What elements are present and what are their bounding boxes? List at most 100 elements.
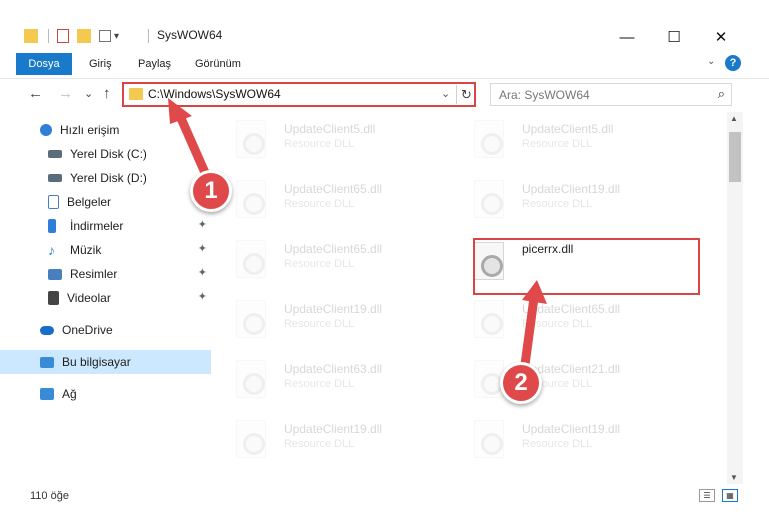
title-bar: ▾ SysWOW64 — ☐ ✕: [0, 0, 769, 50]
customize-icon[interactable]: [99, 30, 111, 42]
up-button[interactable]: ↑: [103, 85, 111, 102]
sidebar-item-downloads[interactable]: İndirmeler ✦: [0, 214, 211, 238]
file-item[interactable]: UpdateClient19.dll Resource DLL: [214, 292, 444, 348]
pin-icon[interactable]: ✦: [198, 242, 207, 255]
scroll-up-icon[interactable]: ▲: [730, 114, 738, 123]
separator: [148, 29, 149, 43]
sidebar-item-label: Ağ: [62, 387, 77, 401]
pin-icon[interactable]: ✦: [198, 290, 207, 303]
quick-access-dropdown[interactable]: ▾: [114, 31, 119, 42]
tab-home[interactable]: Giriş: [89, 53, 112, 75]
item-count: 110 öğe: [30, 490, 69, 502]
sidebar-item-music[interactable]: ♪ Müzik ✦: [0, 238, 211, 262]
dll-file-icon: [474, 180, 504, 218]
ribbon-tabs: Dosya Giriş Paylaş Görünüm ⌄ ?: [0, 53, 769, 75]
file-item[interactable]: UpdateClient63.dll Resource DLL: [214, 352, 444, 408]
file-list: UpdateClient5.dll Resource DLL UpdateCli…: [214, 112, 729, 484]
forward-button[interactable]: →: [58, 85, 73, 102]
details-view-button[interactable]: ☰: [699, 489, 715, 502]
computer-icon: [40, 356, 54, 368]
status-bar: 110 öğe ☰ ▦: [0, 484, 769, 508]
sidebar-item-label: Videolar: [67, 291, 111, 305]
file-item[interactable]: UpdateClient65.dll Resource DLL: [214, 232, 444, 288]
file-item[interactable]: UpdateClient21.dll Resource DLL: [452, 352, 682, 408]
vertical-scrollbar[interactable]: ▲ ▼: [727, 112, 743, 484]
file-name: UpdateClient19.dll: [522, 422, 621, 436]
new-folder-icon[interactable]: [77, 29, 91, 43]
ribbon-expand-icon[interactable]: ⌄: [707, 56, 715, 67]
file-item[interactable]: UpdateClient19.dll Resource DLL: [452, 172, 682, 228]
file-name: UpdateClient63.dll: [284, 362, 383, 376]
cloud-icon: [40, 325, 54, 335]
dll-file-icon: [474, 120, 504, 158]
pin-icon[interactable]: ✦: [198, 218, 207, 231]
sidebar-item-network[interactable]: Ağ: [0, 382, 211, 406]
file-type: Resource DLL: [284, 438, 355, 450]
scroll-down-icon[interactable]: ▼: [730, 473, 738, 482]
refresh-button[interactable]: ↻: [456, 85, 476, 104]
sidebar-item-videos[interactable]: Videolar ✦: [0, 286, 211, 310]
tab-view[interactable]: Görünüm: [195, 53, 241, 75]
dll-file-icon: [474, 300, 504, 338]
download-icon: [48, 219, 56, 233]
help-icon[interactable]: ?: [725, 55, 741, 71]
close-button[interactable]: ✕: [699, 27, 743, 47]
file-type: Resource DLL: [284, 378, 355, 390]
documents-icon: [48, 195, 59, 209]
file-name: UpdateClient19.dll: [284, 422, 383, 436]
large-icons-view-button[interactable]: ▦: [722, 489, 738, 502]
drive-icon: [48, 174, 62, 182]
address-dropdown-icon[interactable]: ⌄: [441, 87, 450, 100]
sidebar-item-label: Belgeler: [67, 195, 112, 209]
sidebar-item-label: Yerel Disk (C:): [70, 147, 147, 161]
music-icon: ♪: [48, 242, 55, 258]
address-bar[interactable]: C:\Windows\SysWOW64 ⌄ ↻: [122, 82, 476, 107]
file-name: UpdateClient65.dll: [284, 182, 383, 196]
folder-icon[interactable]: [24, 29, 38, 43]
separator: [48, 29, 49, 43]
properties-icon[interactable]: [57, 29, 69, 43]
dll-file-icon: [236, 420, 266, 458]
file-item[interactable]: UpdateClient5.dll Resource DLL: [452, 112, 682, 168]
back-button[interactable]: ←: [28, 85, 43, 102]
sidebar-item-quick-access[interactable]: Hızlı erişim: [0, 118, 211, 142]
search-placeholder: Ara: SysWOW64: [499, 88, 590, 102]
file-name: UpdateClient19.dll: [284, 302, 383, 316]
quick-access-toolbar: ▾: [24, 27, 119, 45]
step-2-badge: 2: [500, 362, 542, 404]
tab-share[interactable]: Paylaş: [138, 53, 171, 75]
address-path[interactable]: C:\Windows\SysWOW64: [148, 87, 281, 101]
file-name: UpdateClient5.dll: [284, 122, 376, 136]
file-item[interactable]: UpdateClient5.dll Resource DLL: [214, 112, 444, 168]
file-item[interactable]: UpdateClient65.dll Resource DLL: [452, 292, 682, 348]
sidebar-item-label: Yerel Disk (D:): [70, 171, 147, 185]
folder-icon: [129, 88, 143, 100]
file-item[interactable]: UpdateClient65.dll Resource DLL: [214, 172, 444, 228]
sidebar-item-local-disk-d[interactable]: Yerel Disk (D:): [0, 166, 211, 190]
sidebar-item-local-disk-c[interactable]: Yerel Disk (C:): [0, 142, 211, 166]
sidebar-item-label: Hızlı erişim: [60, 123, 120, 137]
file-name: UpdateClient65.dll: [522, 302, 621, 316]
videos-icon: [48, 291, 59, 305]
recent-locations-button[interactable]: ⌄: [84, 87, 93, 100]
sidebar-item-pictures[interactable]: Resimler ✦: [0, 262, 211, 286]
search-box[interactable]: Ara: SysWOW64 ⌕: [490, 83, 732, 106]
sidebar-item-onedrive[interactable]: OneDrive: [0, 318, 211, 342]
file-type: Resource DLL: [284, 318, 355, 330]
search-icon[interactable]: ⌕: [718, 86, 725, 102]
network-icon: [40, 388, 54, 400]
tab-file[interactable]: Dosya: [16, 53, 72, 75]
scrollbar-thumb[interactable]: [729, 132, 741, 182]
sidebar-item-label: İndirmeler: [70, 219, 124, 233]
file-type: Resource DLL: [284, 198, 355, 210]
minimize-button[interactable]: —: [605, 27, 649, 47]
file-name: UpdateClient65.dll: [284, 242, 383, 256]
sidebar-item-documents[interactable]: Belgeler ✦: [0, 190, 211, 214]
file-item[interactable]: UpdateClient19.dll Resource DLL: [452, 412, 682, 468]
maximize-button[interactable]: ☐: [652, 27, 696, 47]
sidebar-item-this-pc[interactable]: Bu bilgisayar: [0, 350, 211, 374]
pictures-icon: [48, 268, 62, 280]
file-type: Resource DLL: [284, 138, 355, 150]
file-item[interactable]: UpdateClient19.dll Resource DLL: [214, 412, 444, 468]
pin-icon[interactable]: ✦: [198, 266, 207, 279]
